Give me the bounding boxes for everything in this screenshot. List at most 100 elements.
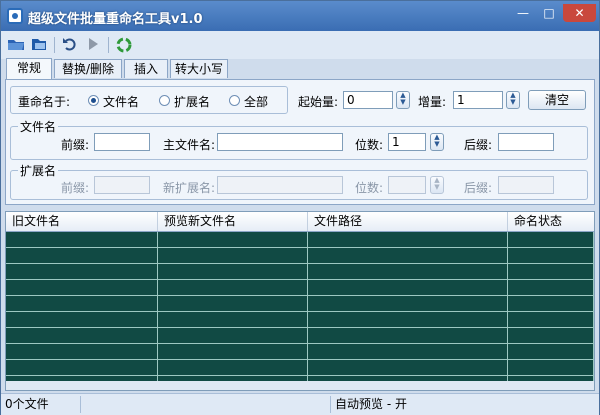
extension-group-title: 扩展名 <box>18 162 59 179</box>
table-cell <box>6 232 158 248</box>
status-blank <box>81 396 331 413</box>
table-row[interactable] <box>6 264 594 280</box>
tab-insert[interactable]: 插入 <box>124 59 168 78</box>
table-cell <box>308 264 508 280</box>
grid-header: 旧文件名 预览新文件名 文件路径 命名状态 <box>6 212 594 232</box>
table-cell <box>6 248 158 264</box>
digits-label: 位数: <box>355 138 384 152</box>
table-cell <box>158 264 308 280</box>
table-cell <box>508 264 594 280</box>
tab-case[interactable]: 转大小写 <box>170 59 228 78</box>
table-cell <box>6 296 158 312</box>
table-cell <box>158 280 308 296</box>
prefix-label: 前缀: <box>61 138 90 152</box>
table-row[interactable] <box>6 280 594 296</box>
digits-input[interactable]: 1 <box>388 133 426 151</box>
app-icon <box>7 8 23 24</box>
table-row[interactable] <box>6 360 594 376</box>
ext-prefix-input <box>94 176 150 194</box>
main-filename-input[interactable] <box>217 133 343 151</box>
radio-extension-label[interactable]: 扩展名 <box>174 93 210 110</box>
table-cell <box>6 264 158 280</box>
table-cell <box>158 312 308 328</box>
radio-all[interactable] <box>229 95 240 106</box>
step-value-label: 增量: <box>418 95 447 109</box>
table-cell <box>158 328 308 344</box>
ext-digits-input <box>388 176 426 194</box>
column-file-path[interactable]: 文件路径 <box>308 212 508 231</box>
column-preview-new-filename[interactable]: 预览新文件名 <box>158 212 308 231</box>
table-row[interactable] <box>6 344 594 360</box>
maximize-button[interactable]: □ <box>537 4 561 22</box>
tab-strip: 常规 替换/删除 插入 转大小写 <box>1 58 599 79</box>
table-cell <box>6 344 158 360</box>
table-cell <box>158 344 308 360</box>
tab-replace-delete[interactable]: 替换/删除 <box>54 59 122 78</box>
table-cell <box>6 312 158 328</box>
step-value-spinner[interactable]: ▲ ▼ <box>506 91 520 109</box>
table-cell <box>308 248 508 264</box>
filename-group-title: 文件名 <box>18 118 59 135</box>
ext-digits-label: 位数: <box>355 181 384 195</box>
rename-target-label: 重命名于: <box>18 95 71 109</box>
tab-panel-general: 重命名于: 文件名 扩展名 全部 起始量: 0 ▲ ▼ 增量: 1 ▲ ▼ 清空 文… <box>5 79 595 205</box>
suffix-input[interactable] <box>498 133 554 151</box>
ext-suffix-input <box>498 176 554 194</box>
toolbar-separator <box>108 37 109 53</box>
radio-filename-label[interactable]: 文件名 <box>103 93 139 110</box>
table-cell <box>508 328 594 344</box>
toolbar <box>1 31 599 59</box>
minimize-button[interactable]: — <box>511 4 535 22</box>
file-list-grid[interactable]: 旧文件名 预览新文件名 文件路径 命名状态 <box>5 211 595 391</box>
table-row[interactable] <box>6 312 594 328</box>
close-button[interactable]: ✕ <box>563 4 596 22</box>
table-cell <box>158 360 308 376</box>
column-old-filename[interactable]: 旧文件名 <box>6 212 158 231</box>
clear-button[interactable]: 清空 <box>528 90 586 110</box>
table-cell <box>6 328 158 344</box>
recycle-icon[interactable] <box>115 36 133 54</box>
suffix-label: 后缀: <box>464 138 493 152</box>
start-value-label: 起始量: <box>298 95 339 109</box>
window-title: 超级文件批量重命名工具v1.0 <box>28 12 203 27</box>
undo-icon[interactable] <box>61 36 79 54</box>
tab-general[interactable]: 常规 <box>6 58 52 79</box>
main-window: 超级文件批量重命名工具v1.0 — □ ✕ 常规 替换/删除 插入 转大小写 重… <box>0 0 600 415</box>
prefix-input[interactable] <box>94 133 150 151</box>
table-row[interactable] <box>6 328 594 344</box>
status-bar: 0个文件 自动预览 - 开 <box>1 393 599 415</box>
radio-extension[interactable] <box>159 95 170 106</box>
run-icon[interactable] <box>84 36 102 54</box>
main-filename-label: 主文件名: <box>163 138 216 152</box>
table-cell <box>308 312 508 328</box>
status-file-count: 0个文件 <box>1 396 81 413</box>
ext-digits-spinner: ▲ ▼ <box>430 176 444 194</box>
open-file-icon[interactable] <box>30 36 48 54</box>
ext-suffix-label: 后缀: <box>464 181 493 195</box>
table-cell <box>508 344 594 360</box>
digits-spinner[interactable]: ▲ ▼ <box>430 133 444 151</box>
table-cell <box>308 360 508 376</box>
table-cell <box>308 344 508 360</box>
table-row[interactable] <box>6 296 594 312</box>
start-value-spinner[interactable]: ▲ ▼ <box>396 91 410 109</box>
start-value-input[interactable]: 0 <box>343 91 393 109</box>
table-row[interactable] <box>6 232 594 248</box>
step-value-input[interactable]: 1 <box>453 91 503 109</box>
table-cell <box>158 232 308 248</box>
ext-prefix-label: 前缀: <box>61 181 90 195</box>
table-cell <box>508 232 594 248</box>
title-bar[interactable]: 超级文件批量重命名工具v1.0 — □ ✕ <box>1 1 599 31</box>
table-row[interactable] <box>6 248 594 264</box>
toolbar-separator <box>54 37 55 53</box>
horizontal-scrollbar[interactable] <box>6 381 594 390</box>
table-cell <box>308 280 508 296</box>
column-status[interactable]: 命名状态 <box>508 212 594 231</box>
table-cell <box>508 360 594 376</box>
table-cell <box>158 296 308 312</box>
radio-all-label[interactable]: 全部 <box>244 93 268 110</box>
table-cell <box>508 280 594 296</box>
radio-filename[interactable] <box>88 95 99 106</box>
table-cell <box>508 312 594 328</box>
open-folder-icon[interactable] <box>7 36 25 54</box>
